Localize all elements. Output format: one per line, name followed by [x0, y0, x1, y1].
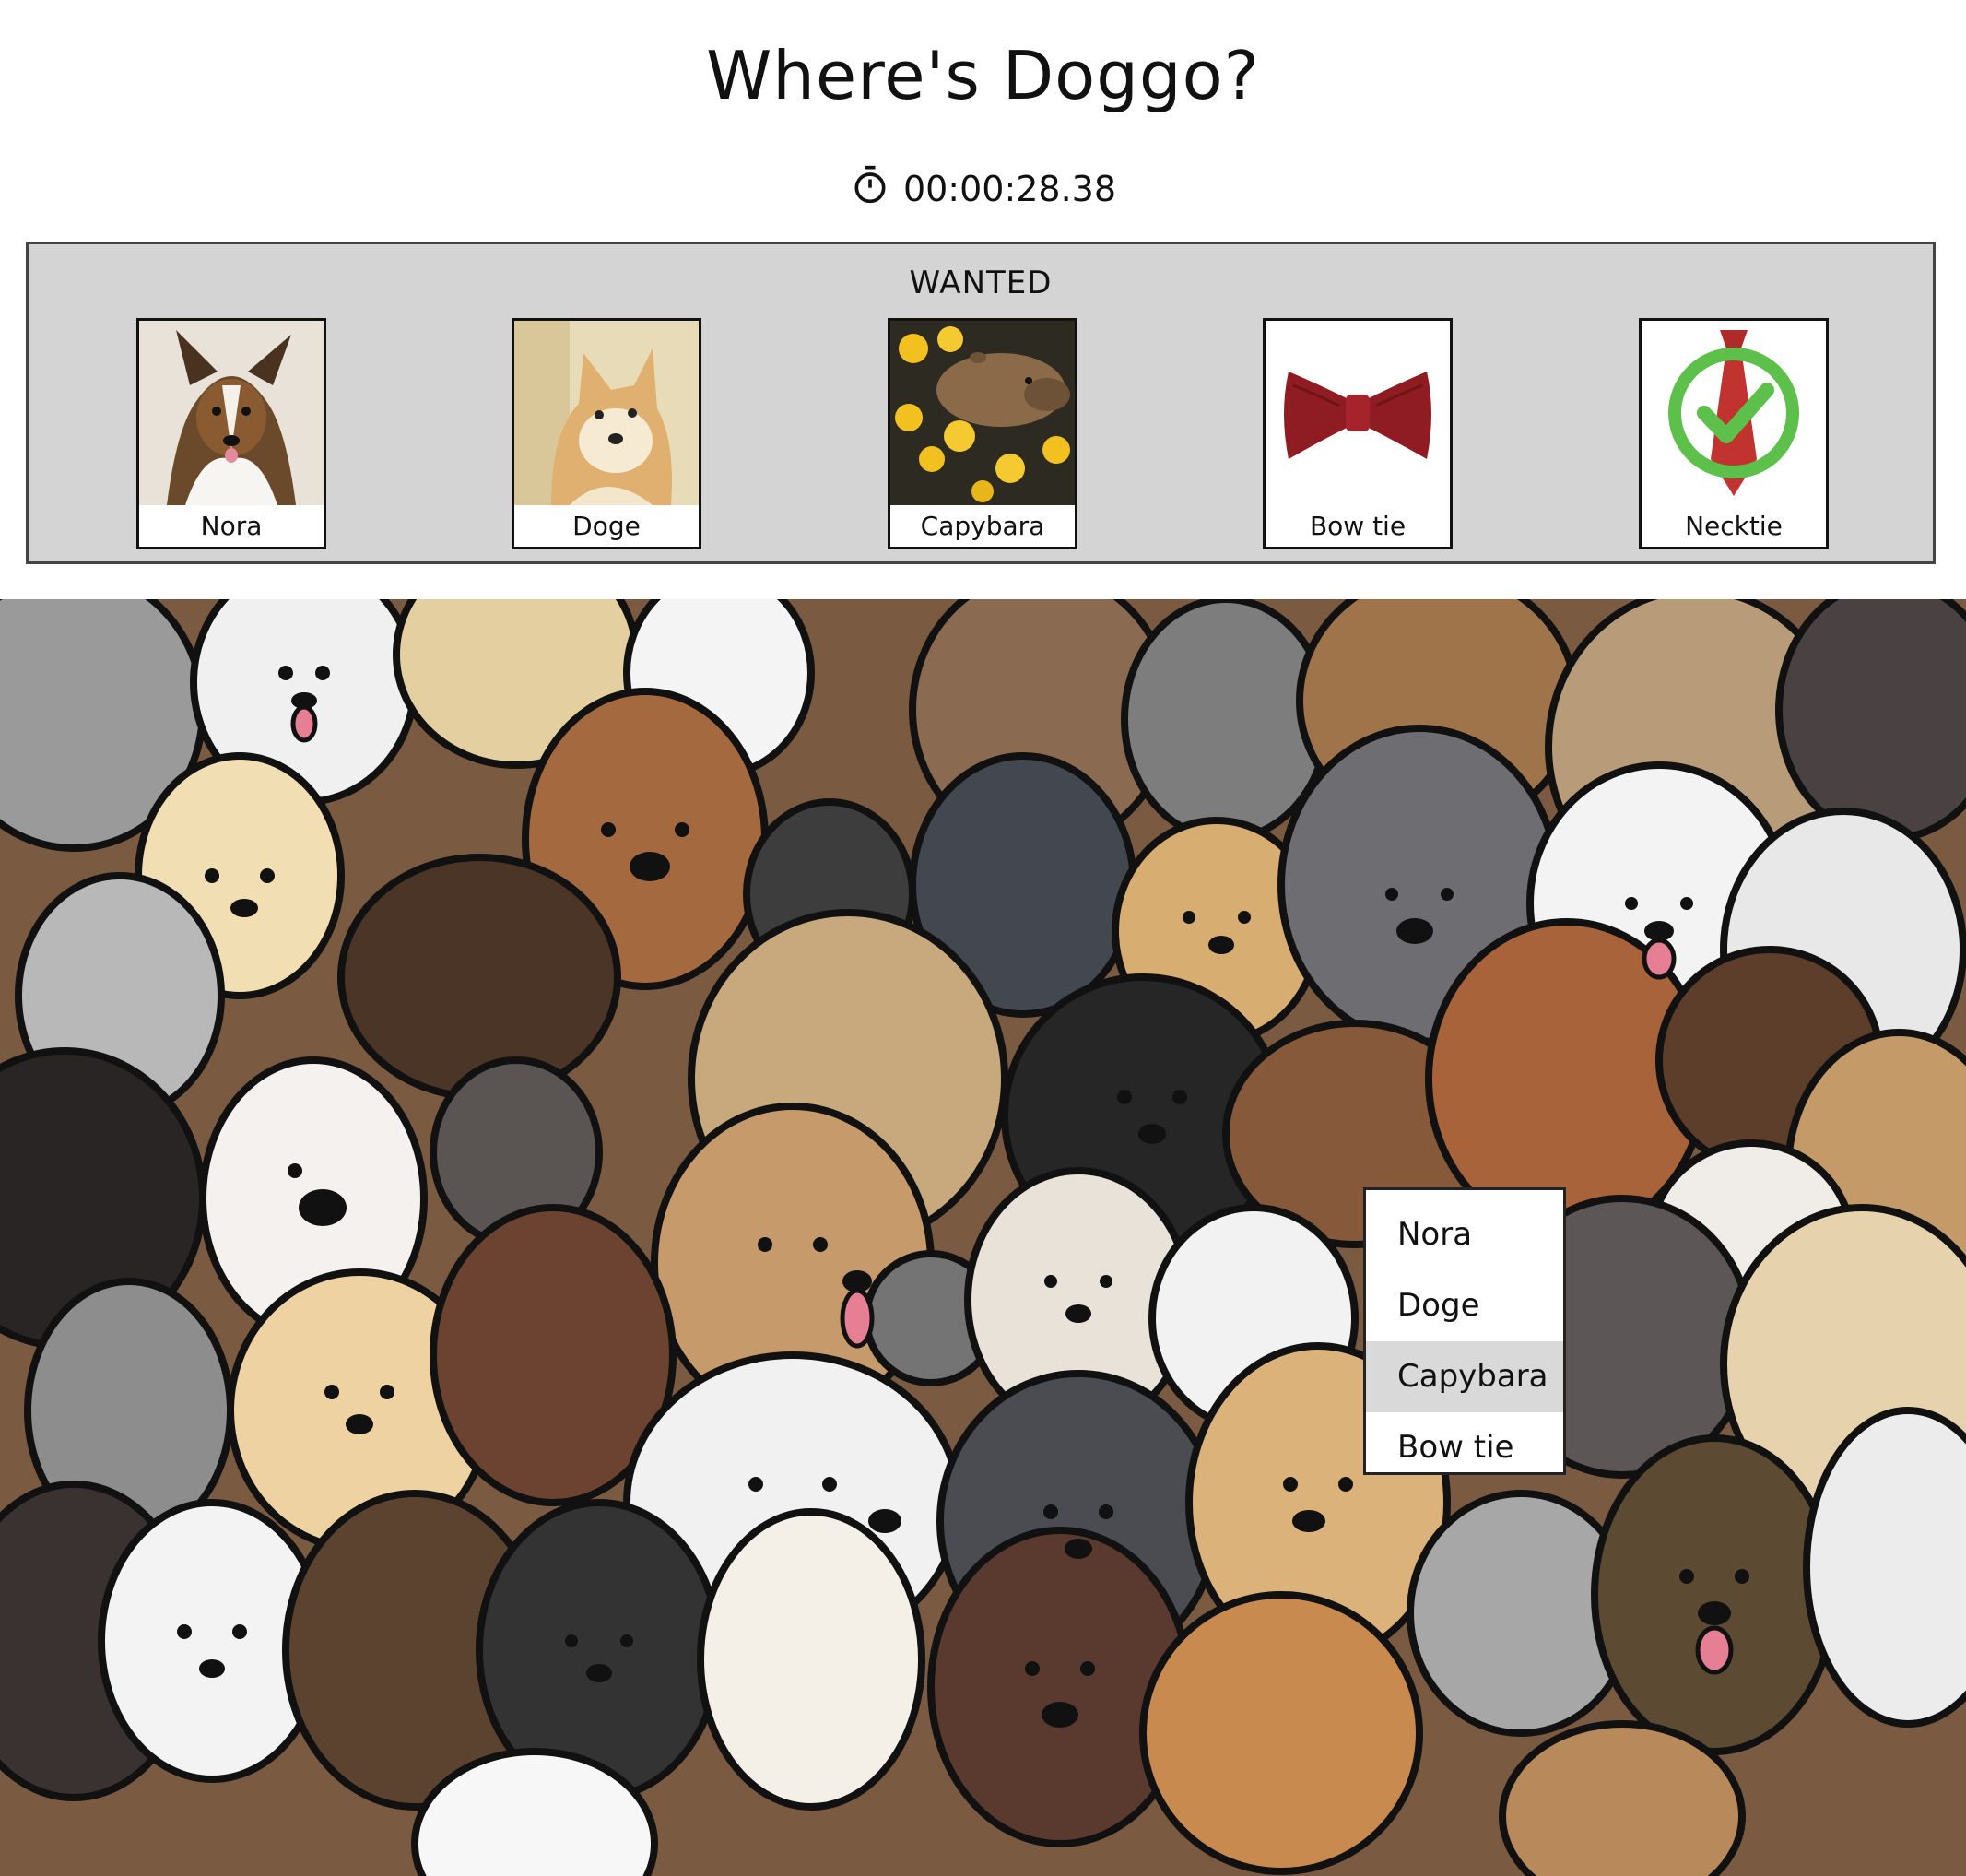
shiba-inu-photo-icon: [514, 321, 699, 505]
wanted-label-capybara: Capybara: [890, 505, 1075, 547]
dog-crowd-search-area[interactable]: [0, 599, 1966, 1876]
red-bow-tie-icon: [1266, 321, 1450, 505]
wanted-card-nora: Nora: [136, 318, 326, 549]
dog-crowd-illustration[interactable]: [0, 599, 1966, 1876]
stopwatch-icon: [850, 164, 890, 213]
wanted-card-doge: Doge: [512, 318, 701, 549]
wanted-label-doge: Doge: [514, 505, 699, 547]
wanted-card-bow-tie: Bow tie: [1263, 318, 1453, 549]
wanted-label-necktie: Necktie: [1642, 505, 1826, 547]
capybara-photo-icon: [890, 321, 1075, 505]
red-necktie-icon: [1642, 321, 1826, 505]
wanted-card-necktie: Necktie: [1639, 318, 1829, 549]
wanted-heading: WANTED: [909, 265, 1053, 301]
wanted-card-capybara: Capybara: [888, 318, 1077, 549]
game-title: Where's Doggo?: [706, 37, 1260, 114]
wanted-panel: WANTED Nora Doge Capybara Bow tie Neckti…: [26, 242, 1936, 564]
sheltie-dog-photo-icon: [139, 321, 324, 505]
menu-item-bow-tie[interactable]: Bow tie: [1366, 1412, 1563, 1483]
wanted-label-nora: Nora: [139, 505, 324, 547]
menu-item-doge[interactable]: Doge: [1366, 1270, 1563, 1341]
wanted-label-bow-tie: Bow tie: [1266, 505, 1450, 547]
menu-item-capybara[interactable]: Capybara: [1366, 1341, 1563, 1412]
target-selection-menu: Nora Doge Capybara Bow tie: [1363, 1187, 1566, 1475]
menu-item-nora[interactable]: Nora: [1366, 1199, 1563, 1270]
timer-value: 00:00:28.38: [902, 168, 1117, 209]
timer: 00:00:28.38: [0, 164, 1966, 213]
